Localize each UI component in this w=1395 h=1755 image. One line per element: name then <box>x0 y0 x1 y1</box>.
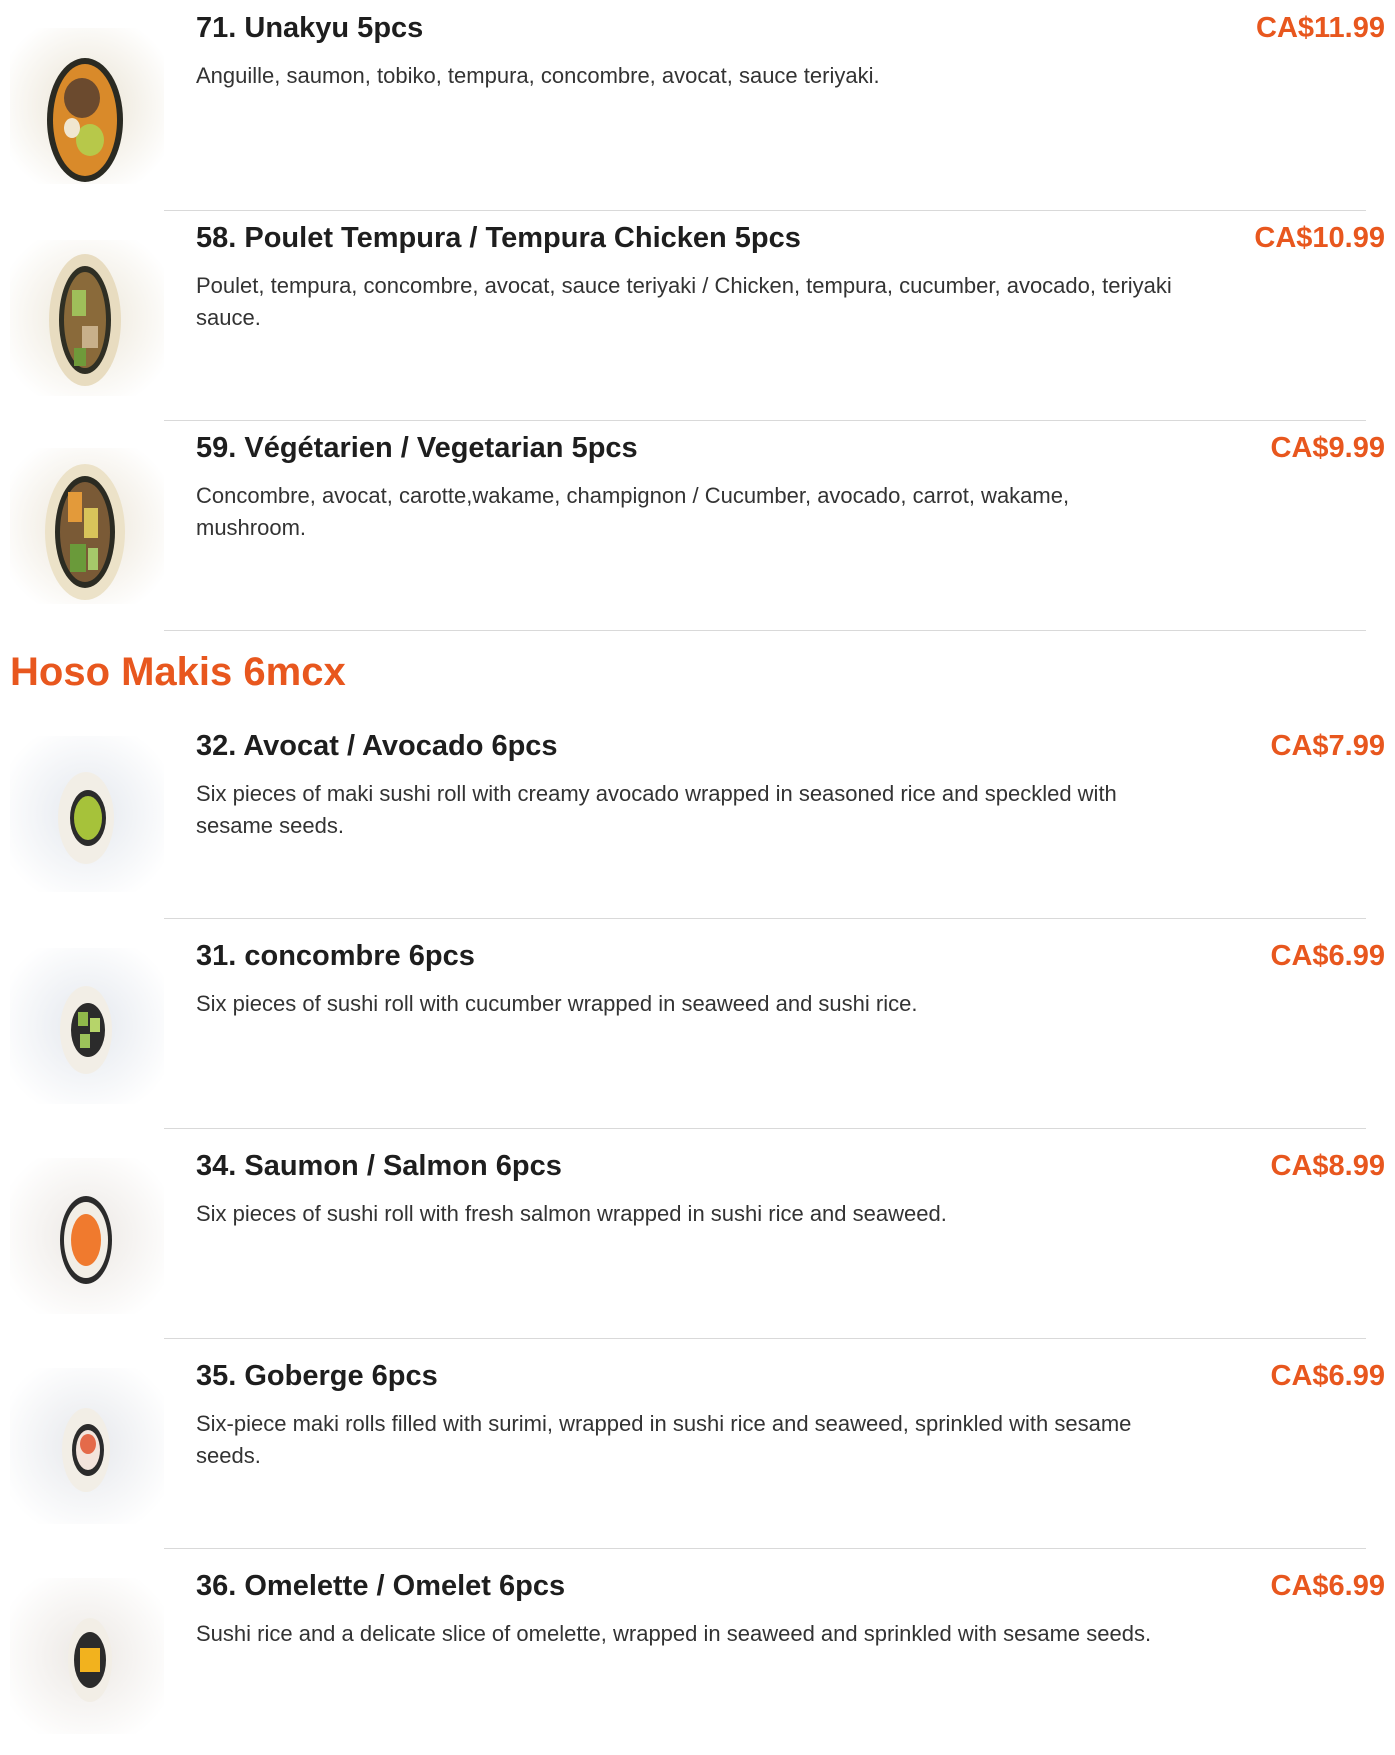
item-name: 32. Avocat / Avocado 6pcs <box>196 730 558 762</box>
item-name: 31. concombre 6pcs <box>196 940 475 972</box>
section-title: Hoso Makis 6mcx <box>10 650 346 694</box>
eel-roll-photo[interactable] <box>10 28 164 184</box>
menu-item[interactable]: 31. concombre 6pcs Six pieces of sushi r… <box>0 928 1395 1116</box>
item-description: Six pieces of maki sushi roll with cream… <box>196 781 1117 838</box>
divider <box>164 1548 1366 1549</box>
divider <box>164 630 1366 631</box>
menu-item[interactable]: 32. Avocat / Avocado 6pcs Six pieces of … <box>0 718 1395 906</box>
avocado-maki-photo[interactable] <box>10 736 164 892</box>
item-description: Anguille, saumon, tobiko, tempura, conco… <box>196 63 880 88</box>
cucumber-maki-photo[interactable] <box>10 948 164 1104</box>
menu-item[interactable]: 35. Goberge 6pcs Six-piece maki rolls fi… <box>0 1348 1395 1536</box>
divider <box>164 1128 1366 1129</box>
item-price: CA$6.99 <box>1270 940 1385 972</box>
menu-item[interactable]: 36. Omelette / Omelet 6pcs Sushi rice an… <box>0 1558 1395 1746</box>
surimi-maki-photo[interactable] <box>10 1368 164 1524</box>
item-price: CA$10.99 <box>1254 222 1385 254</box>
item-description: Concombre, avocat, carotte,wakame, champ… <box>196 483 1070 540</box>
item-name: 34. Saumon / Salmon 6pcs <box>196 1150 562 1182</box>
divider <box>164 918 1366 919</box>
omelet-maki-photo[interactable] <box>10 1578 164 1734</box>
item-description: Six pieces of sushi roll with cucumber w… <box>196 991 918 1016</box>
menu-item[interactable]: 59. Végétarien / Vegetarian 5pcs Concomb… <box>0 420 1395 608</box>
item-name: 36. Omelette / Omelet 6pcs <box>196 1570 566 1602</box>
item-price: CA$9.99 <box>1270 432 1385 464</box>
item-price: CA$6.99 <box>1270 1360 1385 1392</box>
item-price: CA$6.99 <box>1270 1570 1385 1602</box>
item-description: Sushi rice and a delicate slice of omele… <box>196 1621 1152 1646</box>
menu-item[interactable]: 34. Saumon / Salmon 6pcs Six pieces of s… <box>0 1138 1395 1326</box>
item-description: Six pieces of sushi roll with fresh salm… <box>196 1201 947 1226</box>
item-name: 59. Végétarien / Vegetarian 5pcs <box>196 432 638 464</box>
salmon-maki-photo[interactable] <box>10 1158 164 1314</box>
vegetarian-roll-photo[interactable] <box>10 448 164 604</box>
item-price: CA$7.99 <box>1270 730 1385 762</box>
item-price: CA$11.99 <box>1256 12 1385 44</box>
divider <box>164 1338 1366 1339</box>
item-name: 35. Goberge 6pcs <box>196 1360 438 1392</box>
item-description: Poulet, tempura, concombre, avocat, sauc… <box>196 273 1172 330</box>
menu-item[interactable]: 71. Unakyu 5pcs Anguille, saumon, tobiko… <box>0 0 1395 188</box>
item-price: CA$8.99 <box>1270 1150 1385 1182</box>
item-name: 58. Poulet Tempura / Tempura Chicken 5pc… <box>196 222 801 254</box>
menu-item[interactable]: 58. Poulet Tempura / Tempura Chicken 5pc… <box>0 210 1395 398</box>
item-name: 71. Unakyu 5pcs <box>196 12 424 44</box>
item-description: Six-piece maki rolls filled with surimi,… <box>196 1411 1132 1468</box>
chicken-roll-photo[interactable] <box>10 240 164 396</box>
